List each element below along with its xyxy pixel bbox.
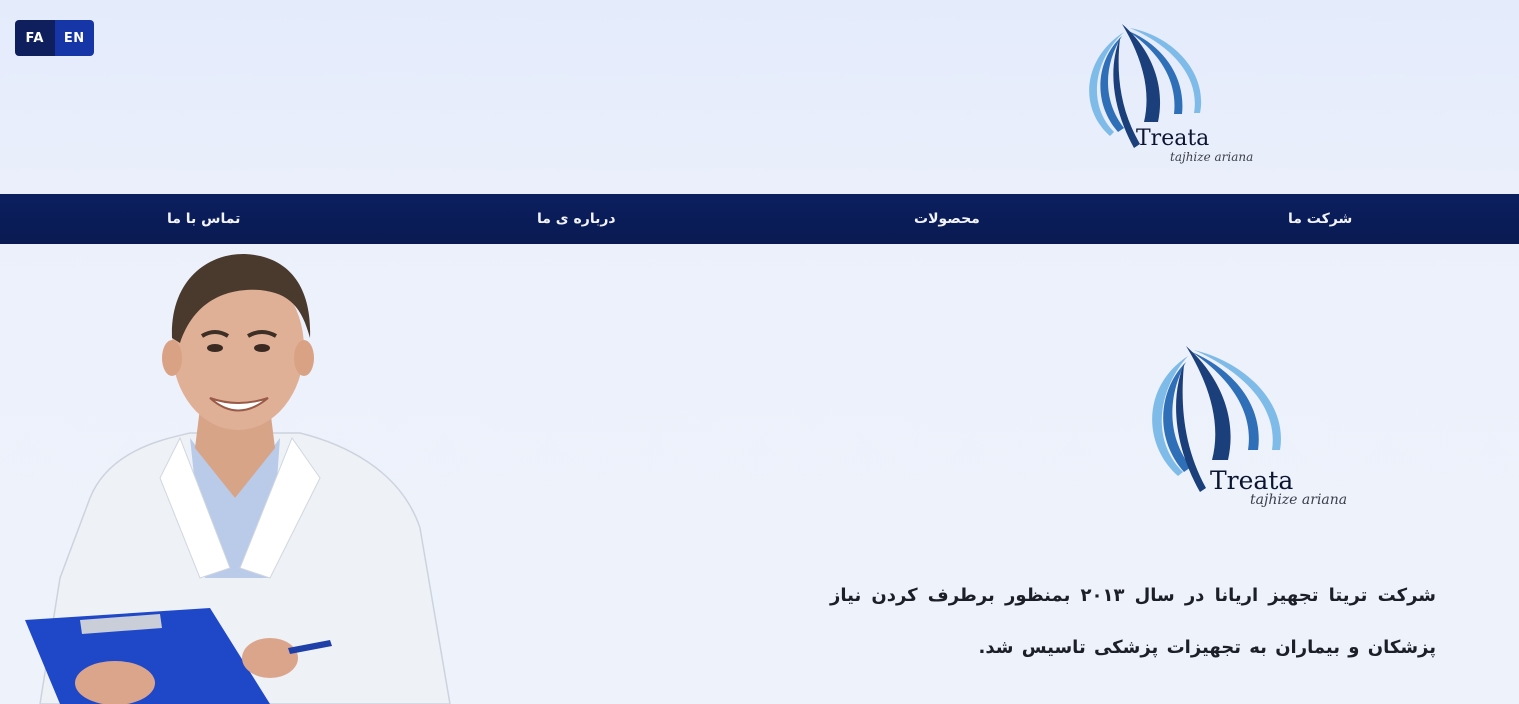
header-brand-tagline: tajhize ariana xyxy=(1170,150,1254,164)
doctor-image xyxy=(20,248,460,704)
language-fa-button[interactable]: FA xyxy=(15,20,55,56)
hero-brand-tagline: tajhize ariana xyxy=(1250,492,1348,508)
nav-item-about-us[interactable]: درباره ی ما xyxy=(537,194,616,244)
nav-item-our-company[interactable]: شرکت ما xyxy=(1288,194,1352,244)
company-description: شرکت تریتا تجهیز اریانا در سال ۲۰۱۳ بمنظ… xyxy=(830,585,1436,658)
nav-item-products[interactable]: محصولات xyxy=(914,194,980,244)
header-brand-name: Treata xyxy=(1136,126,1210,151)
main-nav: شرکت ما محصولات درباره ی ما تماس با ما xyxy=(0,194,1519,244)
language-en-button[interactable]: EN xyxy=(54,20,94,56)
header-logo[interactable]: Treata tajhize ariana xyxy=(1078,18,1268,168)
language-switch: FA EN xyxy=(15,20,94,56)
hero-brand-name: Treata xyxy=(1210,466,1294,495)
hero-logo: Treata tajhize ariana xyxy=(1148,342,1368,512)
nav-item-contact-us[interactable]: تماس با ما xyxy=(167,194,240,244)
site-header: FA EN Treata tajhize ariana xyxy=(0,0,1519,194)
